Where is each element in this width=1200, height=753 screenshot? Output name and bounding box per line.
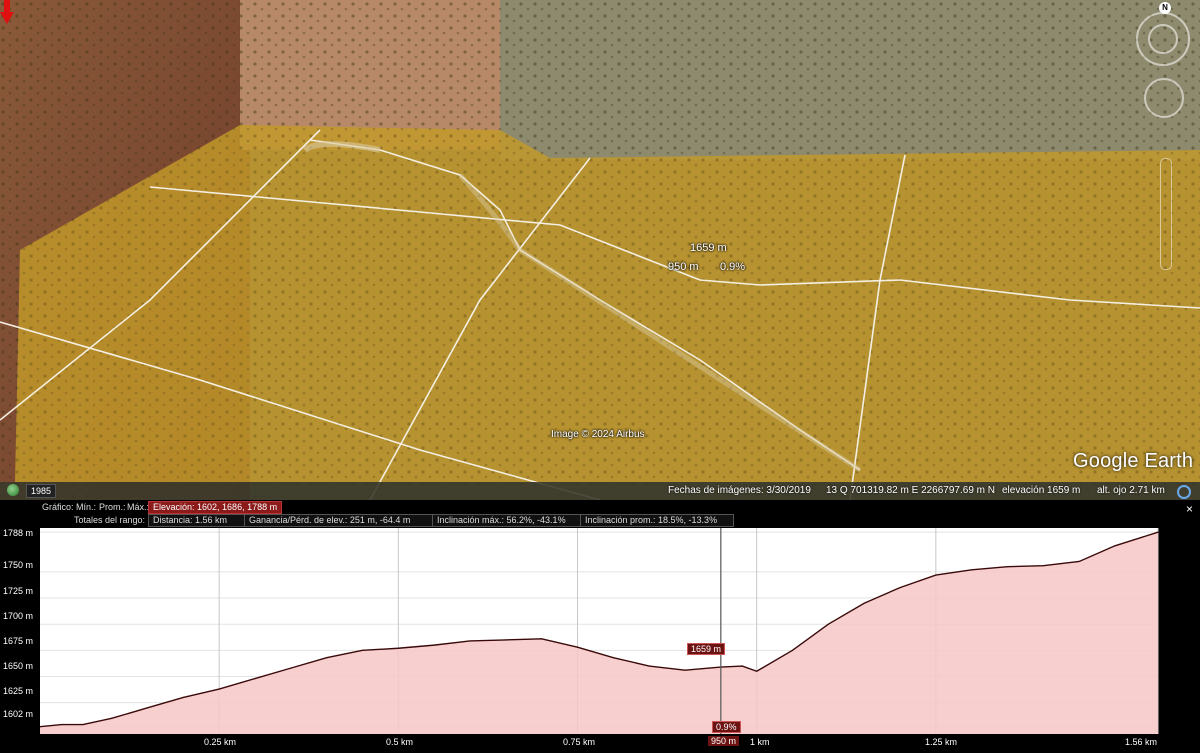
google-earth-logo: Google Earth — [1073, 450, 1194, 472]
elevation-point — [146, 707, 149, 709]
status-circle-icon — [1177, 485, 1191, 499]
elevation-point — [361, 649, 364, 651]
x-tick-label: 1.56 km — [1125, 737, 1158, 747]
y-tick-label: 1625 m — [3, 686, 34, 696]
elevation-point — [60, 723, 63, 726]
y-tick-label: 1788 m — [3, 528, 34, 538]
elevation-point — [290, 667, 292, 669]
elevation-point — [1042, 565, 1044, 567]
elevation-point — [182, 696, 184, 699]
graph-min-label[interactable]: Mín.: — [76, 502, 96, 512]
elevation-point — [1114, 545, 1116, 547]
elevation-point — [505, 639, 507, 641]
graph-max-label[interactable]: Máx.: — [127, 502, 149, 512]
elevation-chart-svg[interactable] — [0, 524, 1200, 748]
y-tick-label: 1700 m — [3, 611, 34, 621]
coordinates-readout: 13 Q 701319.82 m E 2266797.69 m N — [826, 485, 996, 496]
elevation-point — [218, 688, 220, 690]
placemark-arrow-icon[interactable] — [0, 0, 14, 26]
elevation-point — [827, 623, 829, 625]
marker-grade-label: 0.9% — [720, 261, 746, 273]
elevation-chart[interactable] — [0, 524, 1200, 748]
elevation-point — [39, 726, 41, 728]
elevation-point — [326, 657, 328, 659]
elevation-point — [82, 723, 84, 726]
x-tick-label: 0.5 km — [386, 737, 414, 747]
elevation-summary[interactable]: Elevación: 1602, 1686, 1788 m — [148, 501, 283, 514]
elevation-point — [741, 665, 743, 667]
elevation-point — [791, 649, 794, 651]
elevation-point — [1078, 560, 1080, 563]
status-bar: Fechas de imágenes: 3/30/2019 13 Q 70131… — [0, 482, 1200, 500]
elevation-point — [433, 644, 435, 646]
y-tick-label: 1725 m — [3, 586, 34, 596]
move-ring-icon[interactable] — [1144, 78, 1184, 118]
y-tick-label: 1602 m — [3, 709, 34, 719]
elevation-point — [684, 669, 686, 671]
close-icon[interactable]: × — [1186, 502, 1193, 516]
x-tick-label: 0.25 km — [204, 737, 237, 747]
cursor-elevation-label: 1659 m — [687, 643, 726, 655]
x-tick-label: 1 km — [750, 737, 770, 747]
elevation-point — [935, 574, 937, 576]
cursor-grade-label: 0.9% — [712, 721, 741, 733]
x-tick-label: 1.25 km — [925, 737, 958, 747]
elevation-point — [1006, 566, 1009, 568]
satellite-imagery — [0, 0, 1200, 500]
y-tick-label: 1675 m — [3, 636, 34, 646]
elevation-point — [756, 670, 758, 672]
y-tick-label: 1650 m — [3, 661, 34, 671]
map-view[interactable]: 1659 m 950 m 0.9% Image © 2024 Airbus — [0, 0, 1200, 500]
elevation-readout: elevación 1659 m — [1002, 485, 1081, 496]
marker-distance-label: 950 m — [668, 261, 699, 273]
graph-avg-label[interactable]: Prom.: — [99, 502, 126, 512]
elevation-point — [254, 677, 256, 680]
elevation-point — [541, 638, 543, 640]
elevation-point — [971, 569, 973, 571]
elevation-point — [397, 647, 399, 649]
north-compass-icon[interactable]: N — [1159, 2, 1171, 14]
elevation-point — [648, 665, 650, 667]
elevation-point — [1157, 531, 1159, 533]
x-tick-label: 0.75 km — [563, 737, 596, 747]
y-tick-label: 1750 m — [3, 560, 34, 570]
elevation-point — [612, 657, 614, 659]
imagery-credit: Image © 2024 Airbus — [551, 429, 645, 440]
elevation-point — [111, 717, 113, 719]
imagery-date: Fechas de imágenes: 3/30/2019 — [668, 485, 811, 496]
marker-elevation-label: 1659 m — [690, 242, 727, 254]
cursor-distance-label: 950 m — [708, 736, 740, 746]
elevation-point — [899, 587, 901, 589]
eye-altitude-readout: alt. ojo 2.71 km — [1097, 485, 1165, 496]
graph-label: Gráfico: — [42, 502, 74, 512]
look-ring-inner-icon[interactable] — [1148, 24, 1178, 54]
elevation-point — [863, 602, 865, 604]
zoom-slider-icon[interactable] — [1160, 158, 1172, 270]
elevation-point — [576, 646, 579, 648]
elevation-point — [469, 640, 471, 642]
